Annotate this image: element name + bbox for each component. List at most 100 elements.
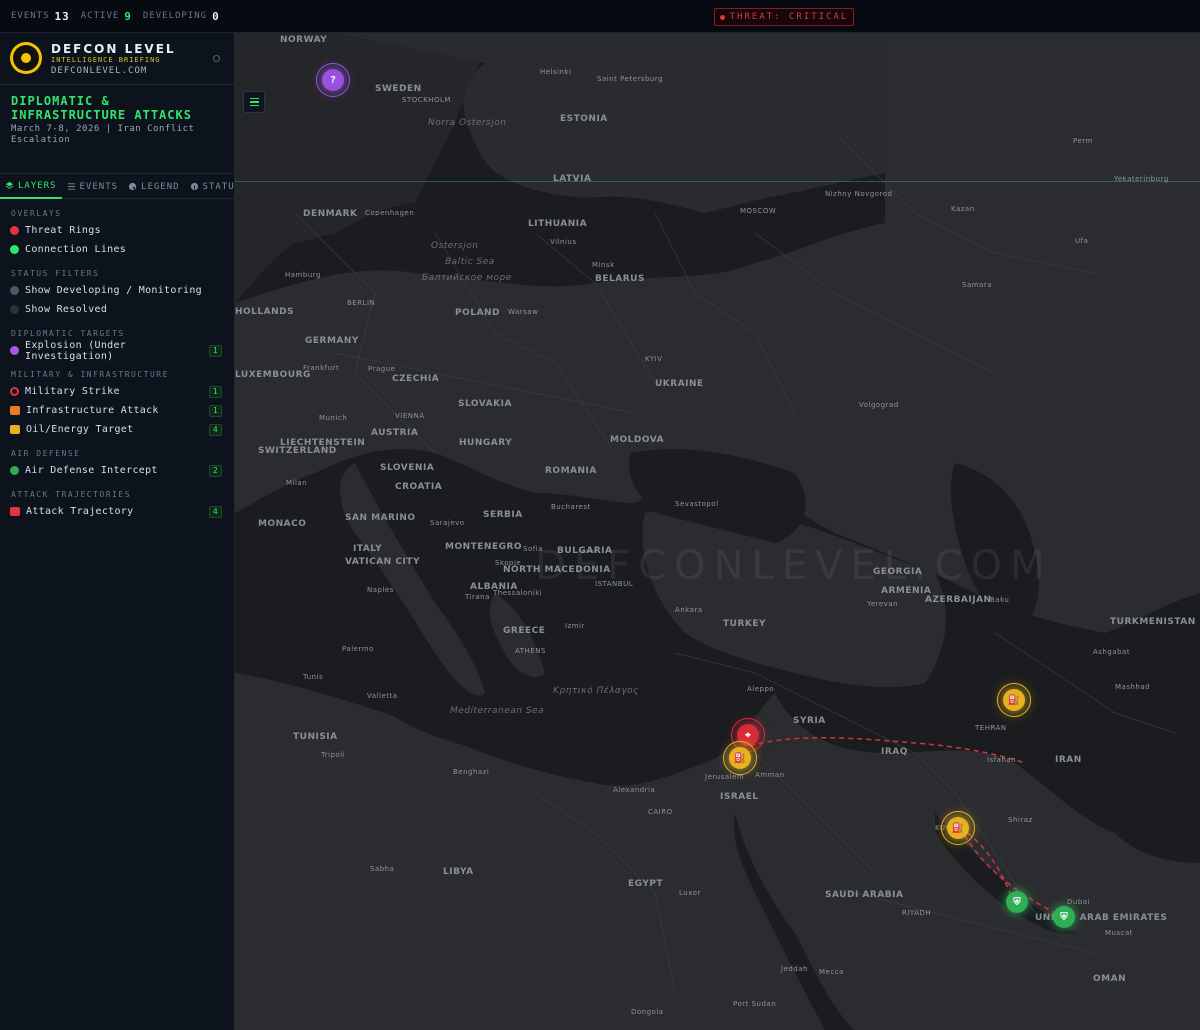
city-helsinki: Helsinki	[540, 68, 572, 76]
label-austria: AUSTRIA	[371, 428, 419, 438]
city-sarajevo: Sarajevo	[430, 519, 465, 527]
briefing-date: March 7-8, 2026 | Iran Conflict Escalati…	[11, 124, 195, 145]
oil-pump-icon	[10, 425, 20, 434]
scan-line	[235, 181, 1200, 182]
map-marker-oil-energy[interactable]: ⛽	[941, 811, 975, 845]
count-badge: 1	[208, 344, 222, 357]
toggle-dot-icon[interactable]	[10, 305, 19, 314]
tab-layers[interactable]: LAYERS	[0, 174, 62, 199]
toggle-dot-icon[interactable]	[10, 286, 19, 295]
city-nizhny-novgorod: Nizhny Novgorod	[825, 190, 893, 198]
palette-icon	[128, 182, 137, 191]
city-saint-petersburg: Saint Petersburg	[597, 75, 664, 83]
map-marker-air-defense[interactable]: ⛨	[1006, 891, 1028, 913]
city-copenhagen: Copenhagen	[365, 209, 415, 217]
filter-resolved[interactable]: Show Resolved	[0, 300, 234, 319]
city-port-sudan: Port Sudan	[733, 1000, 777, 1008]
sea-label-norra-ostersjon: Norra Ostersjon	[428, 118, 507, 128]
shield-icon: ⛨	[1060, 911, 1068, 923]
brand-header: DEFCON LEVEL INTELLIGENCE BRIEFING DEFCO…	[0, 33, 234, 85]
map-basemap	[235, 33, 1200, 1030]
label-italy: ITALY	[353, 544, 383, 554]
sea-label-cretan: Κρητικό Πέλαγος	[553, 686, 639, 696]
count-badge: 1	[208, 385, 222, 398]
city-tirana: Tirana	[465, 593, 490, 601]
label-serbia: SERBIA	[483, 510, 523, 520]
tab-legend[interactable]: LEGEND	[123, 174, 185, 199]
map-marker-air-defense[interactable]: ⛨	[1053, 906, 1075, 928]
toggle-dot-icon[interactable]	[10, 226, 19, 235]
missile-icon	[10, 507, 20, 516]
label-vatican-city: VATICAN CITY	[345, 557, 420, 567]
city-volgograd: Volgograd	[859, 401, 899, 409]
section-military: MILITARY & INFRASTRUCTURE	[11, 370, 169, 379]
threat-level-badge: THREAT: CRITICAL	[714, 8, 854, 26]
city-vilnius: Vilnius	[550, 238, 577, 246]
layer-connection-lines[interactable]: Connection Lines	[0, 240, 234, 259]
section-status-filters: STATUS FILTERS	[11, 269, 100, 278]
brand-subtitle: INTELLIGENCE BRIEFING	[51, 56, 161, 64]
label-lithuania: LITHUANIA	[528, 219, 588, 229]
label-sweden: SWEDEN	[375, 84, 422, 94]
section-trajectories: ATTACK TRAJECTORIES	[11, 490, 132, 499]
city-yekaterinburg: Yekaterinburg	[1114, 175, 1169, 183]
city-athens: ATHENS	[515, 647, 546, 655]
list-icon	[67, 183, 75, 190]
top-status-bar: EVENTS 13 ACTIVE 9 DEVELOPING 0 THREAT: CRI…	[0, 0, 1200, 33]
sea-label-mediterranean: Mediterranean Sea	[450, 706, 545, 716]
map-marker-oil-energy[interactable]: ⛽	[723, 741, 757, 775]
city-shiraz: Shiraz	[1008, 816, 1033, 824]
city-tehran: TEHRAN	[975, 724, 1007, 732]
label-syria: SYRIA	[793, 716, 826, 726]
label-denmark: DENMARK	[303, 209, 358, 219]
city-jeddah: Jeddah	[781, 965, 808, 973]
label-libya: LIBYA	[443, 867, 474, 877]
layer-explosion[interactable]: Explosion (Under Investigation) 1	[0, 340, 234, 362]
map-marker-oil-energy[interactable]: ⛽	[997, 683, 1031, 717]
layer-oil-energy[interactable]: Oil/Energy Target 4	[0, 420, 234, 439]
toggle-dot-icon[interactable]	[10, 245, 19, 254]
section-overlays: OVERLAYS	[11, 209, 62, 218]
label-israel: ISRAEL	[720, 792, 759, 802]
city-isfahan: Isfahan	[987, 756, 1017, 764]
city-dubai: Dubai	[1067, 898, 1091, 906]
map-marker-explosion[interactable]: ?	[316, 63, 350, 97]
shield-icon: ⛨	[1013, 896, 1021, 908]
city-stockholm: STOCKHOLM	[402, 96, 451, 104]
city-naples: Naples	[367, 586, 394, 594]
brand-url[interactable]: DEFCONLEVEL.COM	[51, 66, 147, 76]
layer-air-defense[interactable]: Air Defense Intercept 2	[0, 461, 234, 480]
city-palermo: Palermo	[342, 645, 374, 653]
tab-events[interactable]: EVENTS	[62, 174, 124, 199]
sea-label-baltic: Baltic Sea	[445, 257, 495, 267]
count-badge: 2	[208, 464, 222, 477]
layer-infrastructure-attack[interactable]: Infrastructure Attack 1	[0, 401, 234, 420]
filter-developing[interactable]: Show Developing / Monitoring	[0, 281, 234, 300]
city-perm: Perm	[1073, 137, 1093, 145]
map-menu-button[interactable]	[243, 91, 265, 113]
layer-military-strike[interactable]: Military Strike 1	[0, 382, 234, 401]
city-amman: Amman	[755, 771, 785, 779]
city-tunis: Tunis	[303, 673, 324, 681]
city-kazan: Kazan	[951, 205, 975, 213]
sidebar-tabs: LAYERS EVENTS LEGEND STATUS	[0, 174, 240, 199]
map-canvas[interactable]: NORWAY SWEDEN ESTONIA LATVIA LITHUANIA D…	[235, 33, 1200, 1030]
city-moscow: MOSCOW	[740, 207, 777, 215]
stat-events: EVENTS 13	[11, 9, 70, 23]
label-azerbaijan: AZERBAIJAN	[925, 595, 992, 605]
city-kyiv: KYIV	[645, 355, 663, 363]
city-milan: Milan	[286, 479, 308, 487]
settings-icon[interactable]	[213, 55, 220, 62]
label-turkey: TURKEY	[723, 619, 767, 629]
city-riyadh: RIYADH	[902, 909, 932, 917]
layer-threat-rings[interactable]: Threat Rings	[0, 221, 234, 240]
label-iraq: IRAQ	[881, 747, 908, 757]
briefing-title: DIPLOMATIC & INFRASTRUCTURE ATTACKS	[11, 94, 192, 122]
city-minsk: Minsk	[592, 261, 615, 269]
factory-icon	[10, 406, 20, 415]
crosshair-icon	[10, 387, 19, 396]
city-sevastopol: Sevastopol	[675, 500, 719, 508]
label-tunisia: TUNISIA	[293, 732, 338, 742]
layer-attack-trajectory[interactable]: Attack Trajectory 4	[0, 502, 234, 521]
city-ankara: Ankara	[675, 606, 703, 614]
